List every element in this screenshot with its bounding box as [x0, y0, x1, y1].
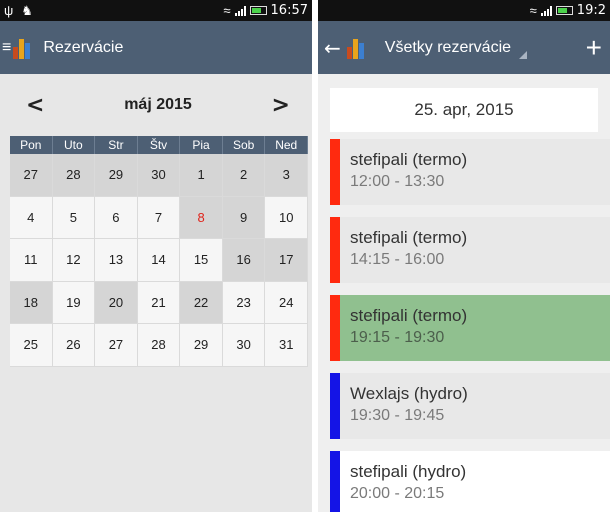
day-cell[interactable]: 30	[222, 324, 266, 367]
reservation-item[interactable]: stefipali (hydro) 20:00 - 20:15	[330, 451, 610, 512]
signal-icon	[540, 5, 552, 16]
day-cell[interactable]: 25	[10, 324, 53, 367]
drawer-icon[interactable]: ≡	[2, 39, 11, 57]
app-logo-icon[interactable]	[13, 37, 33, 59]
day-cell[interactable]: 20	[95, 281, 138, 324]
calendar-header: < máj 2015 >	[0, 74, 312, 136]
next-month-button[interactable]: >	[272, 93, 290, 118]
action-bar: ≡ Rezervácie	[0, 21, 312, 74]
day-cell[interactable]: 22	[180, 281, 223, 324]
day-cell[interactable]: 24	[265, 281, 308, 324]
calendar-screen: ψ ♞ ≈ 16:57 ≡ Rezervácie < máj 2015 > Po…	[0, 0, 312, 512]
status-time: 16:57	[270, 3, 308, 18]
day-cell[interactable]: 28	[52, 154, 96, 197]
calendar-grid: Pon Uto Str Štv Pia Sob Ned 27 28 29 30 1 2 3 4 5 6 7 8 9 1…	[10, 136, 308, 367]
day-cell[interactable]: 14	[137, 239, 181, 282]
day-cell[interactable]: 1	[180, 154, 223, 197]
day-cell[interactable]: 9	[222, 196, 266, 239]
reservation-time: 14:15 - 16:00	[350, 251, 445, 268]
android-icon: ♞	[21, 2, 33, 18]
day-cell[interactable]: 6	[95, 196, 138, 239]
day-cell[interactable]: 10	[265, 196, 308, 239]
day-cell[interactable]: 15	[180, 239, 223, 282]
date-header: 25. apr, 2015	[330, 88, 598, 132]
day-cell[interactable]: 19	[52, 281, 96, 324]
weekday-label: Pon	[10, 136, 53, 154]
reservation-item[interactable]: stefipali (termo) 12:00 - 13:30	[330, 139, 610, 205]
reservation-name: stefipali (hydro)	[350, 462, 467, 481]
wifi-icon: ≈	[223, 3, 231, 18]
day-cell[interactable]: 29	[180, 324, 223, 367]
day-cell[interactable]: 8	[180, 196, 223, 239]
weekday-label: Uto	[53, 136, 96, 154]
day-cell[interactable]: 11	[10, 239, 53, 282]
status-bar: ≈ 19:2	[318, 0, 610, 21]
app-logo-icon[interactable]	[346, 37, 367, 59]
weekday-label: Str	[95, 136, 138, 154]
add-reservation-button[interactable]: +	[586, 33, 602, 62]
weekday-header: Pon Uto Str Štv Pia Sob Ned	[10, 136, 308, 154]
status-time: 19:2	[576, 3, 606, 18]
reservation-item[interactable]: stefipali (termo) 19:15 - 19:30	[330, 295, 610, 361]
reservation-name: stefipali (termo)	[350, 228, 468, 247]
prev-month-button[interactable]: <	[26, 93, 44, 118]
reservation-name: Wexlajs (hydro)	[350, 384, 468, 403]
battery-icon	[555, 6, 573, 15]
day-cell[interactable]: 5	[52, 196, 96, 239]
filter-dropdown[interactable]: Všetky rezervácie	[385, 39, 511, 57]
day-cell[interactable]: 7	[137, 196, 181, 239]
reservation-time: 19:30 - 19:45	[350, 407, 445, 424]
page-title: Rezervácie	[43, 38, 124, 56]
weekday-label: Ned	[265, 136, 308, 154]
day-cell[interactable]: 17	[265, 239, 308, 282]
day-grid: 27 28 29 30 1 2 3 4 5 6 7 8 9 10 11 12 13 14 15 16 17 18 19 20 2…	[10, 154, 308, 367]
reservation-item[interactable]: Wexlajs (hydro) 19:30 - 19:45	[330, 373, 610, 439]
day-cell[interactable]: 26	[52, 324, 96, 367]
signal-icon	[234, 5, 246, 16]
reservation-item[interactable]: stefipali (termo) 14:15 - 16:00	[330, 217, 610, 283]
battery-icon	[249, 6, 267, 15]
action-bar: ← Všetky rezervácie +	[318, 21, 610, 74]
weekday-label: Sob	[223, 136, 266, 154]
reservation-time: 12:00 - 13:30	[350, 173, 445, 190]
day-cell[interactable]: 31	[265, 324, 308, 367]
day-cell[interactable]: 12	[52, 239, 96, 282]
day-cell[interactable]: 21	[137, 281, 181, 324]
status-bar: ψ ♞ ≈ 16:57	[0, 0, 312, 21]
reservation-name: stefipali (termo)	[350, 150, 468, 169]
back-arrow-icon[interactable]: ←	[324, 36, 341, 60]
reservation-list: stefipali (termo) 12:00 - 13:30 stefipali …	[330, 139, 610, 512]
wifi-icon: ≈	[529, 3, 537, 18]
day-cell[interactable]: 27	[95, 324, 138, 367]
day-cell[interactable]: 13	[95, 239, 138, 282]
reservation-name: stefipali (termo)	[350, 306, 468, 325]
reservation-time: 20:00 - 20:15	[350, 485, 445, 502]
day-cell[interactable]: 23	[222, 281, 266, 324]
day-cell[interactable]: 4	[10, 196, 53, 239]
dropdown-indicator-icon	[519, 50, 528, 59]
day-cell[interactable]: 3	[265, 154, 308, 197]
usb-icon: ψ	[4, 3, 14, 18]
reservation-time: 19:15 - 19:30	[350, 329, 445, 346]
day-cell[interactable]: 2	[222, 154, 266, 197]
month-label: máj 2015	[124, 96, 192, 113]
reservations-screen: ≈ 19:2 ← Všetky rezervácie + 25. apr, 20…	[318, 0, 610, 512]
day-cell[interactable]: 29	[95, 154, 138, 197]
day-cell[interactable]: 18	[10, 281, 53, 324]
day-cell[interactable]: 28	[137, 324, 181, 367]
day-cell[interactable]: 16	[222, 239, 266, 282]
weekday-label: Pia	[180, 136, 223, 154]
weekday-label: Štv	[138, 136, 181, 154]
day-cell[interactable]: 30	[137, 154, 181, 197]
day-cell[interactable]: 27	[10, 154, 53, 197]
